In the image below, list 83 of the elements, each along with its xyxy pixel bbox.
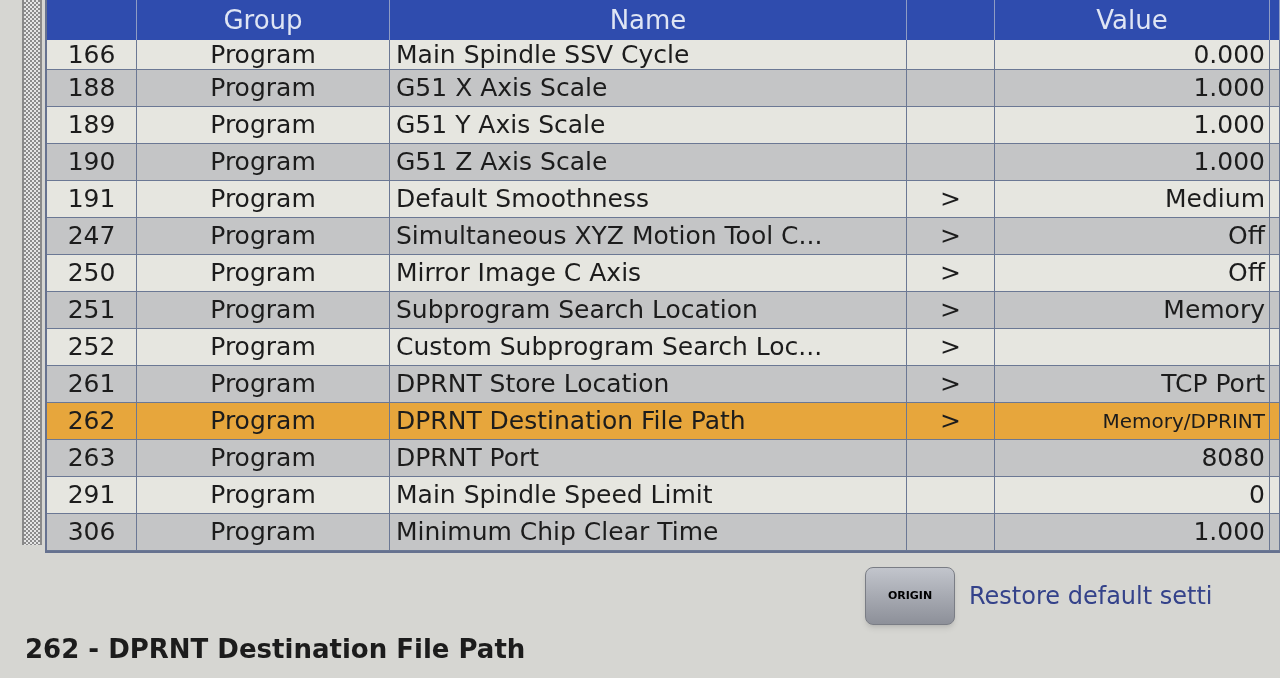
setting-value: 8080 [1201,443,1265,473]
setting-row[interactable]: 251 Program Subprogram Search Location > Memory [47,292,1280,329]
setting-group: Program [210,258,316,288]
setting-row[interactable]: 263 Program DPRNT Port 8080 [47,440,1280,477]
setting-row[interactable]: 188 Program G51 X Axis Scale 1.000 [47,70,1280,107]
setting-group: Program [210,406,316,436]
setting-value: Memory/DPRINT [1102,408,1265,435]
setting-row[interactable]: 291 Program Main Spindle Speed Limit 0 [47,477,1280,514]
setting-name: Simultaneous XYZ Motion Tool C... [396,221,823,251]
setting-value: 1.000 [1193,517,1265,547]
setting-number: 188 [67,73,116,103]
setting-name: Subprogram Search Location [396,295,758,325]
setting-group: Program [210,147,316,177]
setting-number: 262 [67,406,116,436]
setting-name: G51 Z Axis Scale [396,147,608,177]
setting-number: 261 [67,369,116,399]
setting-value: Off [1228,221,1265,251]
setting-number: 306 [67,517,116,547]
setting-value: 0 [1249,480,1265,510]
setting-number: 247 [67,221,116,251]
setting-group: Program [210,221,316,251]
submenu-chevron: > [940,258,961,288]
origin-key[interactable]: ORIGIN [865,567,955,625]
setting-value: Medium [1165,184,1265,214]
setting-group: Program [210,517,316,547]
column-header: Name [609,3,687,37]
selected-setting-row[interactable]: 262 Program DPRNT Destination File Path > Memory/DPRINT [47,403,1280,440]
setting-value: 1.000 [1193,110,1265,140]
setting-value: TCP Port [1161,369,1265,399]
setting-number: 189 [67,110,116,140]
setting-group: Program [210,110,316,140]
setting-value: 1.000 [1193,73,1265,103]
setting-name: Custom Subprogram Search Loc... [396,332,823,362]
setting-group: Program [210,369,316,399]
setting-number: 250 [67,258,116,288]
setting-group: Program [210,480,316,510]
setting-number: 263 [67,443,116,473]
setting-name: G51 X Axis Scale [396,73,608,103]
column-header: Value [1096,3,1168,37]
scrollbar[interactable] [22,0,42,545]
submenu-chevron: > [940,369,961,399]
setting-name: DPRNT Store Location [396,369,670,399]
submenu-chevron: > [940,295,961,325]
setting-group: Program [210,443,316,473]
submenu-chevron: > [940,221,961,251]
setting-group: Program [210,295,316,325]
setting-row[interactable]: 191 Program Default Smoothness > Medium [47,181,1280,218]
setting-name: Main Spindle SSV Cycle [396,40,690,70]
column-header: Group [223,3,303,37]
submenu-chevron: > [940,184,961,214]
setting-group: Program [210,40,316,70]
setting-row[interactable]: 189 Program G51 Y Axis Scale 1.000 [47,107,1280,144]
setting-name: Main Spindle Speed Limit [396,480,713,510]
setting-row[interactable]: 261 Program DPRNT Store Location > TCP Port [47,366,1280,403]
setting-name: G51 Y Axis Scale [396,110,606,140]
setting-name: Mirror Image C Axis [396,258,642,288]
hint-text: Restore default setti [969,581,1213,612]
setting-number: 191 [67,184,116,214]
setting-number: 291 [67,480,116,510]
setting-number: 252 [67,332,116,362]
setting-name: Minimum Chip Clear Time [396,517,719,547]
setting-name: DPRNT Port [396,443,540,473]
setting-row[interactable]: 250 Program Mirror Image C Axis > Off [47,255,1280,292]
setting-number: 251 [67,295,116,325]
setting-row[interactable]: 306 Program Minimum Chip Clear Time 1.000 [47,514,1280,551]
setting-name: DPRNT Destination File Path [396,406,746,436]
setting-group: Program [210,332,316,362]
setting-value: 1.000 [1193,147,1265,177]
setting-value: Memory [1163,295,1265,325]
setting-value: Off [1228,258,1265,288]
setting-row[interactable]: 247 Program Simultaneous XYZ Motion Tool C... > Off [47,218,1280,255]
setting-number: 190 [67,147,116,177]
setting-number: 166 [67,40,116,70]
setting-title: 262 - DPRNT Destination File Path [25,634,526,664]
setting-row[interactable]: 190 Program G51 Z Axis Scale 1.000 [47,144,1280,181]
setting-group: Program [210,184,316,214]
setting-group: Program [210,73,316,103]
setting-row[interactable]: 252 Program Custom Subprogram Search Loc... > [47,329,1280,366]
setting-value: 0.000 [1193,40,1265,70]
setting-name: Default Smoothness [396,184,650,214]
submenu-chevron: > [940,406,961,436]
submenu-chevron: > [940,332,961,362]
setting-row[interactable]: 166 Program Main Spindle SSV Cycle 0.000 [47,40,1280,70]
